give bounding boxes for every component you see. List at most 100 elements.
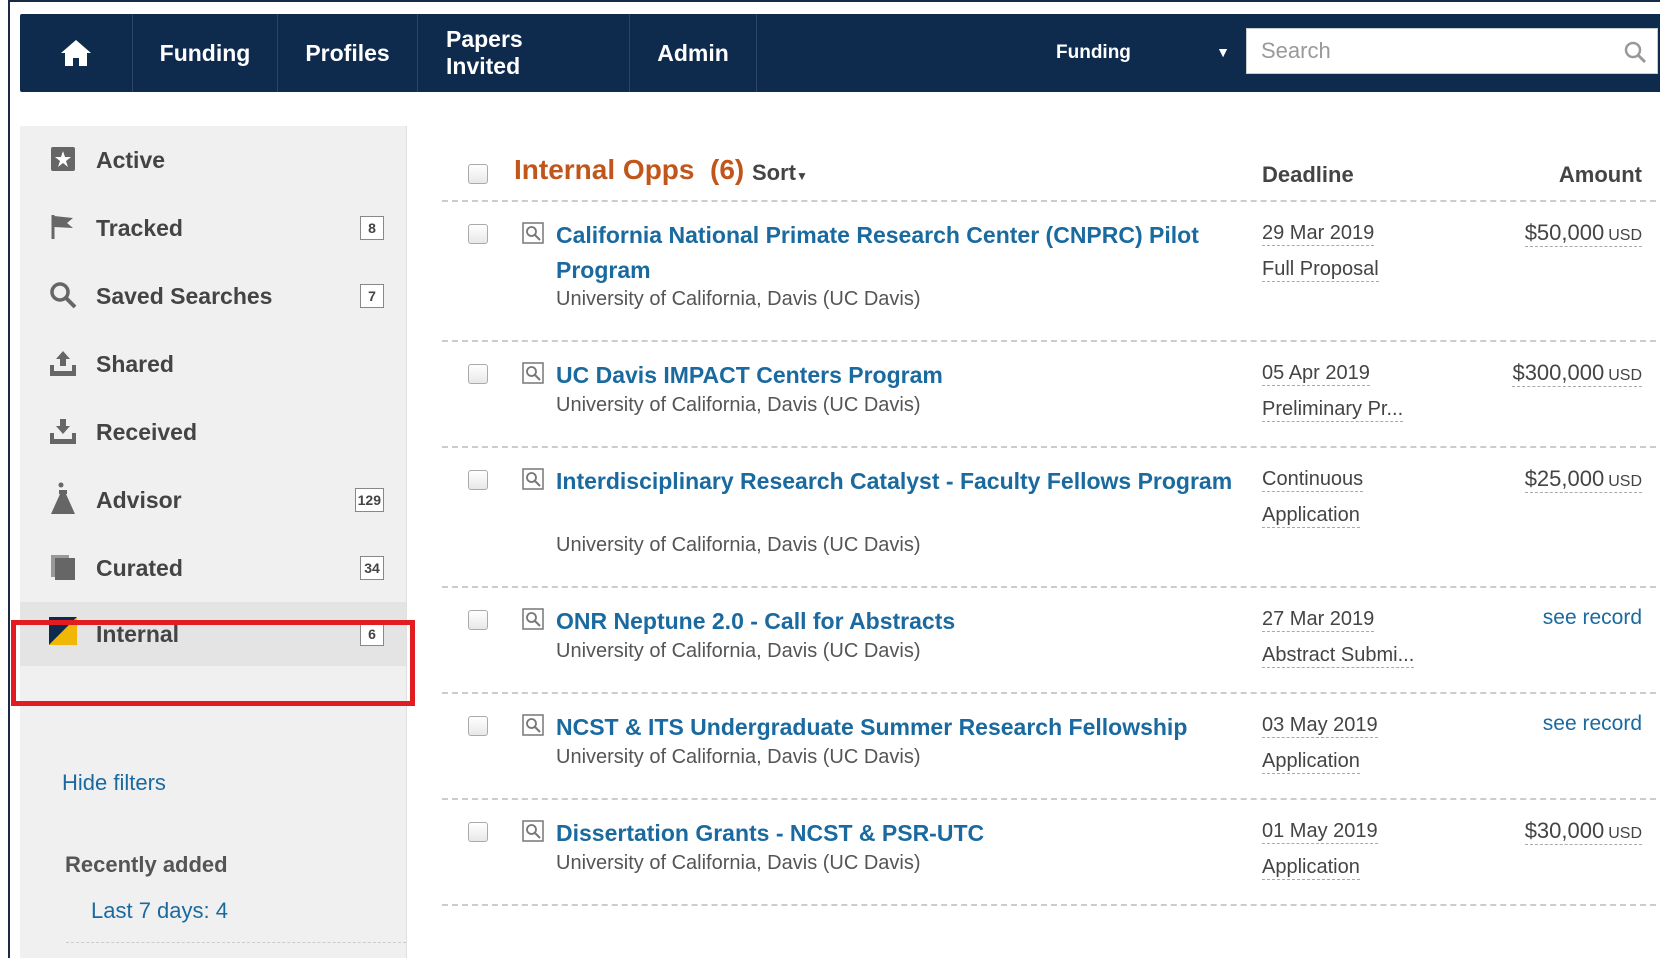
home-icon: [61, 40, 91, 66]
sidebar-item-active[interactable]: Active: [20, 130, 406, 190]
column-header-amount: Amount: [1558, 162, 1642, 187]
window-frame-left: [8, 0, 10, 958]
row-checkbox[interactable]: [468, 224, 488, 244]
amount: $300,000 USD: [1512, 360, 1642, 387]
amount-value: $25,000: [1524, 466, 1605, 491]
nav-profiles[interactable]: Profiles: [278, 14, 418, 92]
see-record-link[interactable]: see record: [1543, 606, 1642, 630]
nav-admin[interactable]: Admin: [630, 14, 757, 92]
table-row: Interdisciplinary Research Catalyst - Fa…: [442, 450, 1656, 578]
sidebar-item-label: Active: [96, 146, 166, 173]
preview-icon[interactable]: [522, 714, 544, 736]
top-navbar: Funding Profiles Papers Invited Admin Fu…: [20, 14, 1660, 92]
deadline-date: 01 May 2019: [1262, 820, 1378, 844]
preview-icon[interactable]: [522, 468, 544, 490]
deadline-type: Full Proposal: [1262, 258, 1379, 282]
opportunity-title-link[interactable]: UC Davis IMPACT Centers Program: [556, 358, 1236, 393]
sidebar-item-saved-searches[interactable]: Saved Searches 7: [20, 266, 406, 326]
deadline-type: Preliminary Pr...: [1262, 398, 1404, 422]
row-checkbox[interactable]: [468, 364, 488, 384]
deadline-date: 05 Apr 2019: [1262, 362, 1370, 386]
search-scope-dropdown[interactable]: Funding ▼: [1020, 14, 1230, 92]
home-button[interactable]: [20, 14, 133, 92]
sidebar-item-label: Tracked: [96, 214, 183, 241]
table-row: ONR Neptune 2.0 - Call for Abstracts Uni…: [442, 590, 1656, 690]
table-row: Dissertation Grants - NCST & PSR-UTC Uni…: [442, 802, 1656, 902]
table-row: NCST & ITS Undergraduate Summer Research…: [442, 696, 1656, 796]
opportunity-title-link[interactable]: Interdisciplinary Research Catalyst - Fa…: [556, 464, 1236, 499]
sort-label: Sort: [752, 160, 796, 185]
nav-papers-invited[interactable]: Papers Invited: [418, 14, 630, 92]
amount-value: $300,000: [1512, 360, 1605, 385]
search-box: [1246, 28, 1658, 74]
opportunity-title-link[interactable]: NCST & ITS Undergraduate Summer Research…: [556, 710, 1236, 745]
count-badge: 34: [360, 556, 384, 580]
see-record-link[interactable]: see record: [1543, 712, 1642, 736]
amount-value: $30,000: [1524, 818, 1605, 843]
advisor-icon: [48, 482, 78, 514]
hide-filters-link[interactable]: Hide filters: [62, 770, 166, 796]
nav-funding[interactable]: Funding: [133, 14, 278, 92]
row-checkbox[interactable]: [468, 470, 488, 490]
sidebar-item-label: Saved Searches: [96, 282, 273, 309]
sidebar-item-received[interactable]: Received: [20, 402, 406, 462]
sidebar-item-curated[interactable]: Curated 34: [20, 538, 406, 598]
currency: USD: [1608, 367, 1642, 384]
divider: [442, 692, 1656, 694]
count-badge: 6: [360, 622, 384, 646]
preview-icon[interactable]: [522, 362, 544, 384]
preview-icon[interactable]: [522, 608, 544, 630]
search-icon[interactable]: [1623, 40, 1647, 64]
preview-icon[interactable]: [522, 820, 544, 842]
amount: $30,000 USD: [1524, 818, 1642, 845]
sidebar-item-label: Received: [96, 418, 198, 445]
search-scope-label: Funding: [1056, 42, 1131, 63]
deadline-date: Continuous: [1262, 468, 1364, 492]
star-icon: [48, 144, 78, 174]
recently-added-last-7-days-link[interactable]: Last 7 days: 4: [91, 898, 228, 924]
row-checkbox[interactable]: [468, 716, 488, 736]
currency: USD: [1608, 825, 1642, 842]
list-count: (6): [710, 154, 745, 185]
select-all-checkbox[interactable]: [468, 164, 488, 184]
divider: [442, 798, 1656, 800]
count-badge: 7: [360, 284, 384, 308]
deadline-type: Application: [1262, 504, 1360, 528]
sort-dropdown[interactable]: Sort▼: [752, 160, 808, 186]
opportunity-title-link[interactable]: California National Primate Research Cen…: [556, 218, 1236, 288]
inbox-icon: [48, 416, 78, 446]
row-checkbox[interactable]: [468, 610, 488, 630]
institution: University of California, Davis (UC Davi…: [556, 746, 921, 768]
deadline-type: Abstract Submi...: [1262, 644, 1415, 668]
opportunity-title-link[interactable]: Dissertation Grants - NCST & PSR-UTC: [556, 816, 1236, 851]
sidebar-item-tracked[interactable]: Tracked 8: [20, 198, 406, 258]
table-row: California National Primate Research Cen…: [442, 204, 1656, 332]
sidebar-item-label: Advisor: [96, 486, 182, 513]
list-header: Internal Opps (6) Sort▼ Deadline Amount: [442, 146, 1656, 202]
search-icon: [48, 280, 78, 310]
column-header-deadline: Deadline: [1262, 162, 1354, 187]
sidebar-item-internal[interactable]: Internal 6: [20, 602, 406, 666]
amount: $25,000 USD: [1524, 466, 1642, 493]
currency: USD: [1608, 473, 1642, 490]
amount-value: $50,000: [1524, 220, 1605, 245]
deadline-type: Application: [1262, 750, 1360, 774]
institution: University of California, Davis (UC Davi…: [556, 852, 921, 874]
row-checkbox[interactable]: [468, 822, 488, 842]
share-icon: [48, 348, 78, 378]
table-row: UC Davis IMPACT Centers Program Universi…: [442, 344, 1656, 444]
sidebar-item-advisor[interactable]: Advisor 129: [20, 470, 406, 530]
sidebar-item-label: Internal: [96, 620, 180, 647]
deadline-type: Application: [1262, 856, 1360, 880]
caret-down-icon: ▼: [796, 169, 808, 183]
institution: University of California, Davis (UC Davi…: [556, 534, 921, 556]
sidebar-item-shared[interactable]: Shared: [20, 334, 406, 394]
opportunity-title-link[interactable]: ONR Neptune 2.0 - Call for Abstracts: [556, 604, 1236, 639]
search-input[interactable]: [1259, 29, 1603, 73]
divider: [442, 200, 1656, 202]
preview-icon[interactable]: [522, 222, 544, 244]
filter-sidebar: Active Tracked 8 Saved Searches 7 Shared…: [20, 126, 407, 958]
internal-flag-icon: [48, 616, 78, 646]
currency: USD: [1608, 227, 1642, 244]
deadline-date: 27 Mar 2019: [1262, 608, 1375, 632]
